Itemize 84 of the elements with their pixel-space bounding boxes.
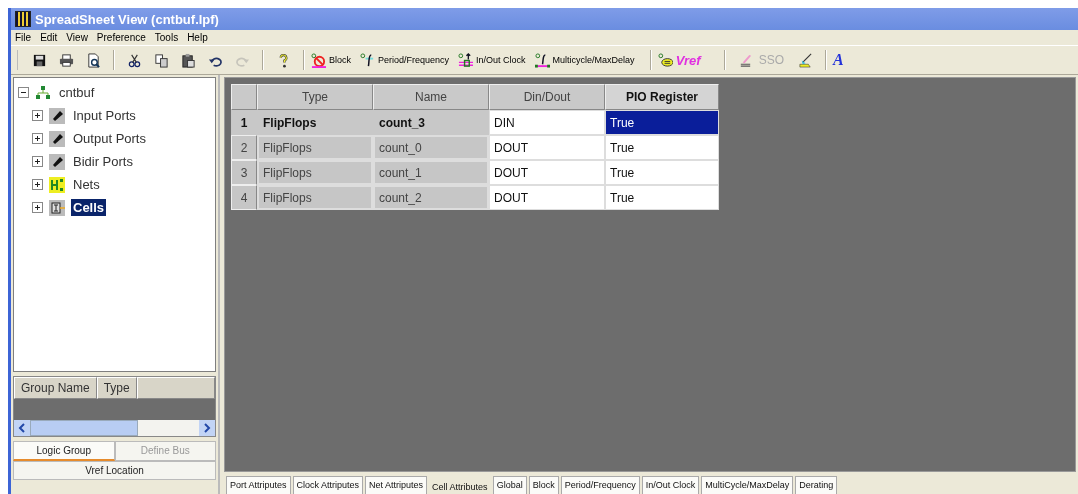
table-cell: FlipFlops bbox=[257, 160, 373, 185]
pin-icon bbox=[49, 107, 65, 124]
waveform-icon bbox=[534, 52, 550, 68]
column-header[interactable] bbox=[136, 377, 215, 399]
toolbar-button[interactable]: Period/Frequency bbox=[360, 52, 450, 68]
scroll-thumb[interactable] bbox=[30, 420, 138, 436]
tab[interactable]: Derating bbox=[795, 476, 838, 494]
table-cell[interactable]: True bbox=[605, 160, 719, 185]
table-cell[interactable]: True bbox=[605, 110, 719, 135]
table-cell: count_0 bbox=[373, 135, 489, 160]
cell-icon bbox=[49, 199, 65, 216]
expand-icon[interactable] bbox=[32, 156, 43, 167]
font-button[interactable]: A bbox=[833, 51, 844, 69]
column-header[interactable]: Din/Dout bbox=[489, 84, 605, 110]
brush-icon[interactable] bbox=[798, 52, 814, 68]
scrollbar[interactable] bbox=[14, 420, 215, 436]
table-cell: count_3 bbox=[373, 110, 489, 135]
table-cell[interactable]: True bbox=[605, 185, 719, 210]
table-cell: count_1 bbox=[373, 160, 489, 185]
menu-item[interactable]: Preference bbox=[96, 32, 146, 43]
column-header[interactable]: Name bbox=[373, 84, 489, 110]
expand-icon[interactable] bbox=[32, 202, 43, 213]
toolbar-button[interactable]: Multicycle/MaxDelay bbox=[534, 52, 635, 68]
tab[interactable]: Logic Group bbox=[13, 441, 115, 461]
table-cell: FlipFlops bbox=[257, 110, 373, 135]
corner-cell[interactable] bbox=[231, 84, 257, 110]
hierarchy-icon bbox=[35, 84, 51, 101]
table-cell: count_2 bbox=[373, 185, 489, 210]
chip-icon bbox=[657, 52, 673, 68]
expand-icon[interactable] bbox=[32, 133, 43, 144]
table-cell[interactable]: DOUT bbox=[489, 160, 605, 185]
row-header[interactable]: 2 bbox=[231, 135, 257, 160]
tree-item[interactable]: Output Ports bbox=[71, 130, 148, 147]
row-header[interactable]: 1 bbox=[231, 110, 257, 135]
tab[interactable]: MultiCycle/MaxDelay bbox=[701, 476, 794, 494]
menu-item[interactable]: Tools bbox=[154, 32, 179, 43]
clock-icon bbox=[458, 52, 474, 68]
tab[interactable]: Vref Location bbox=[13, 461, 216, 480]
pin-icon bbox=[49, 130, 65, 147]
save-icon[interactable] bbox=[32, 52, 47, 68]
tree-item[interactable]: Input Ports bbox=[71, 107, 138, 124]
tree-item[interactable]: cntbuf bbox=[57, 84, 97, 101]
row-header[interactable]: 3 bbox=[231, 160, 257, 185]
tree-item[interactable]: Bidir Ports bbox=[71, 153, 135, 170]
column-header[interactable]: Group Name bbox=[14, 377, 97, 399]
table-cell: FlipFlops bbox=[257, 135, 373, 160]
tab[interactable]: In/Out Clock bbox=[641, 476, 700, 494]
paste-icon[interactable] bbox=[181, 52, 196, 68]
tree-item[interactable]: Nets bbox=[71, 176, 102, 193]
copy-icon[interactable] bbox=[154, 52, 169, 68]
table-cell[interactable]: DOUT bbox=[489, 135, 605, 160]
table-cell[interactable]: DOUT bbox=[489, 185, 605, 210]
pin-icon bbox=[49, 153, 65, 170]
row-header[interactable]: 4 bbox=[231, 185, 257, 210]
prohibited-icon bbox=[311, 52, 326, 68]
net-icon bbox=[49, 176, 65, 193]
tab[interactable]: Net Attriputes bbox=[365, 476, 428, 494]
menu-item[interactable]: Help bbox=[187, 32, 208, 43]
tree-item[interactable]: Cells bbox=[71, 199, 107, 216]
menu-item[interactable]: File bbox=[15, 32, 32, 43]
toolbar-button[interactable]: Block bbox=[311, 52, 351, 68]
toolbar-button[interactable]: In/Out Clock bbox=[458, 52, 526, 68]
menu-item[interactable]: Edit bbox=[40, 32, 58, 43]
tab[interactable]: Port Attriputes bbox=[226, 476, 291, 494]
preview-icon[interactable] bbox=[86, 52, 101, 68]
collapse-icon[interactable] bbox=[18, 87, 29, 98]
column-header[interactable]: Type bbox=[96, 377, 137, 399]
column-header[interactable]: PIO Register bbox=[605, 84, 719, 110]
table-cell[interactable]: DIN bbox=[489, 110, 605, 135]
expand-icon[interactable] bbox=[32, 179, 43, 190]
window-title: SpreadSheet View (cntbuf.lpf) bbox=[35, 11, 219, 27]
table-cell[interactable]: True bbox=[605, 135, 719, 160]
tab[interactable]: Clock Attriputes bbox=[292, 476, 364, 494]
expand-icon[interactable] bbox=[32, 110, 43, 121]
app-icon bbox=[15, 11, 31, 27]
menu-item[interactable]: View bbox=[66, 32, 88, 43]
tab[interactable]: Global bbox=[492, 476, 527, 494]
printer-icon[interactable] bbox=[59, 52, 74, 68]
waveform-icon bbox=[360, 52, 375, 68]
scissors-icon[interactable] bbox=[127, 52, 142, 68]
column-header[interactable]: Type bbox=[257, 84, 373, 110]
tab[interactable]: Period/Frequency bbox=[560, 476, 640, 494]
table-cell: FlipFlops bbox=[257, 185, 373, 210]
tab[interactable]: Block bbox=[528, 476, 559, 494]
